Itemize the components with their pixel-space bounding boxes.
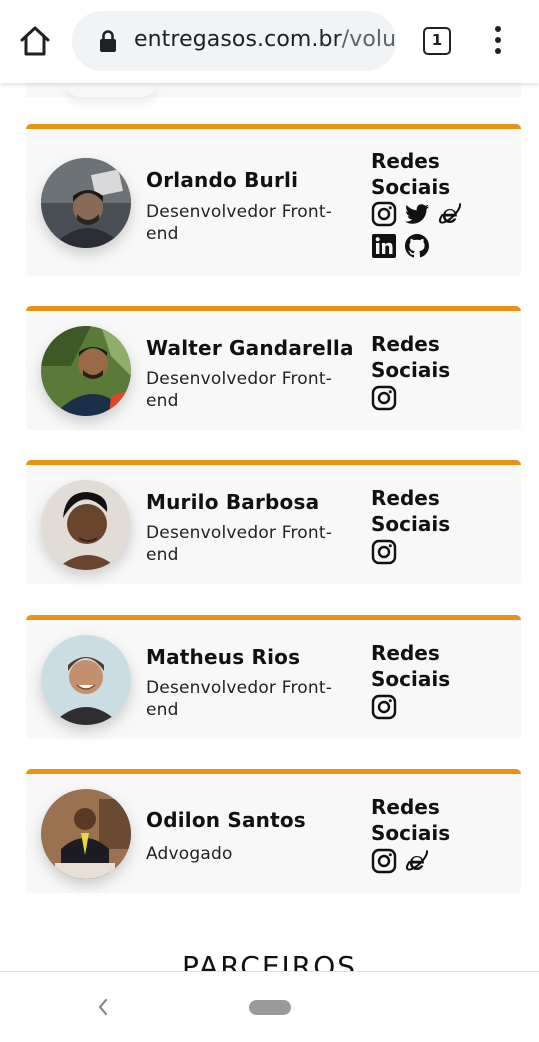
avatar	[41, 480, 131, 570]
url-text: entregasos.com.br/volu	[134, 27, 396, 52]
internet-explorer-icon[interactable]	[404, 848, 430, 874]
instagram-icon[interactable]	[371, 694, 397, 720]
social-icons	[371, 539, 501, 571]
member-name: Orlando Burli	[146, 168, 299, 192]
home-gesture-pill[interactable]	[249, 1000, 291, 1015]
member-name: Matheus Rios	[146, 645, 301, 669]
social-title: Redes Sociais	[371, 795, 451, 845]
avatar	[41, 635, 131, 725]
member-role: Desenvolvedor Front-end	[146, 678, 333, 720]
member-card: Orlando Burli Desenvolvedor Front-end Re…	[26, 124, 521, 276]
member-role: Advogado	[146, 844, 233, 864]
lock-icon	[99, 29, 117, 53]
social-icons	[371, 201, 501, 265]
instagram-icon[interactable]	[371, 385, 397, 411]
member-name: Odilon Santos	[146, 808, 306, 832]
member-role: Desenvolvedor Front-end	[146, 523, 333, 565]
social-icons	[371, 385, 501, 417]
instagram-icon[interactable]	[371, 201, 397, 227]
avatar	[41, 789, 131, 879]
social-title: Redes Sociais	[371, 486, 451, 536]
twitter-icon[interactable]	[404, 201, 430, 227]
member-card: Matheus Rios Desenvolvedor Front-end Red…	[26, 615, 521, 739]
partners-heading: PARCEIROS	[181, 950, 358, 972]
instagram-icon[interactable]	[371, 539, 397, 565]
url-path: /volu	[341, 27, 396, 52]
github-icon[interactable]	[404, 233, 430, 259]
url-host: entregasos.com.br	[134, 27, 342, 52]
tab-switcher-button[interactable]: 1	[423, 27, 451, 55]
back-icon[interactable]	[95, 996, 111, 1018]
address-bar[interactable]: entregasos.com.br/volu	[72, 11, 396, 71]
member-role: Desenvolvedor Front-end	[146, 202, 333, 244]
more-options-icon[interactable]	[488, 26, 508, 58]
social-icons	[371, 848, 501, 880]
member-card: Walter Gandarella Desenvolvedor Front-en…	[26, 306, 521, 430]
home-icon[interactable]	[18, 24, 52, 58]
member-card: Murilo Barbosa Desenvolvedor Front-end R…	[26, 460, 521, 584]
member-name: Walter Gandarella	[146, 336, 354, 360]
browser-toolbar: entregasos.com.br/volu 1	[0, 0, 539, 83]
avatar	[41, 326, 131, 416]
social-icons	[371, 694, 501, 726]
linkedin-icon[interactable]	[371, 233, 397, 259]
avatar	[41, 158, 131, 248]
member-name: Murilo Barbosa	[146, 490, 320, 514]
social-title: Redes Sociais	[371, 641, 451, 691]
previous-card-edge	[26, 83, 521, 97]
social-title: Redes Sociais	[371, 332, 451, 382]
social-title: Redes Sociais	[371, 149, 451, 199]
member-card: Odilon Santos Advogado Redes Sociais	[26, 769, 521, 893]
instagram-icon[interactable]	[371, 848, 397, 874]
member-role: Desenvolvedor Front-end	[146, 369, 333, 411]
internet-explorer-icon[interactable]	[437, 201, 463, 227]
system-navigation-bar	[0, 971, 539, 1042]
